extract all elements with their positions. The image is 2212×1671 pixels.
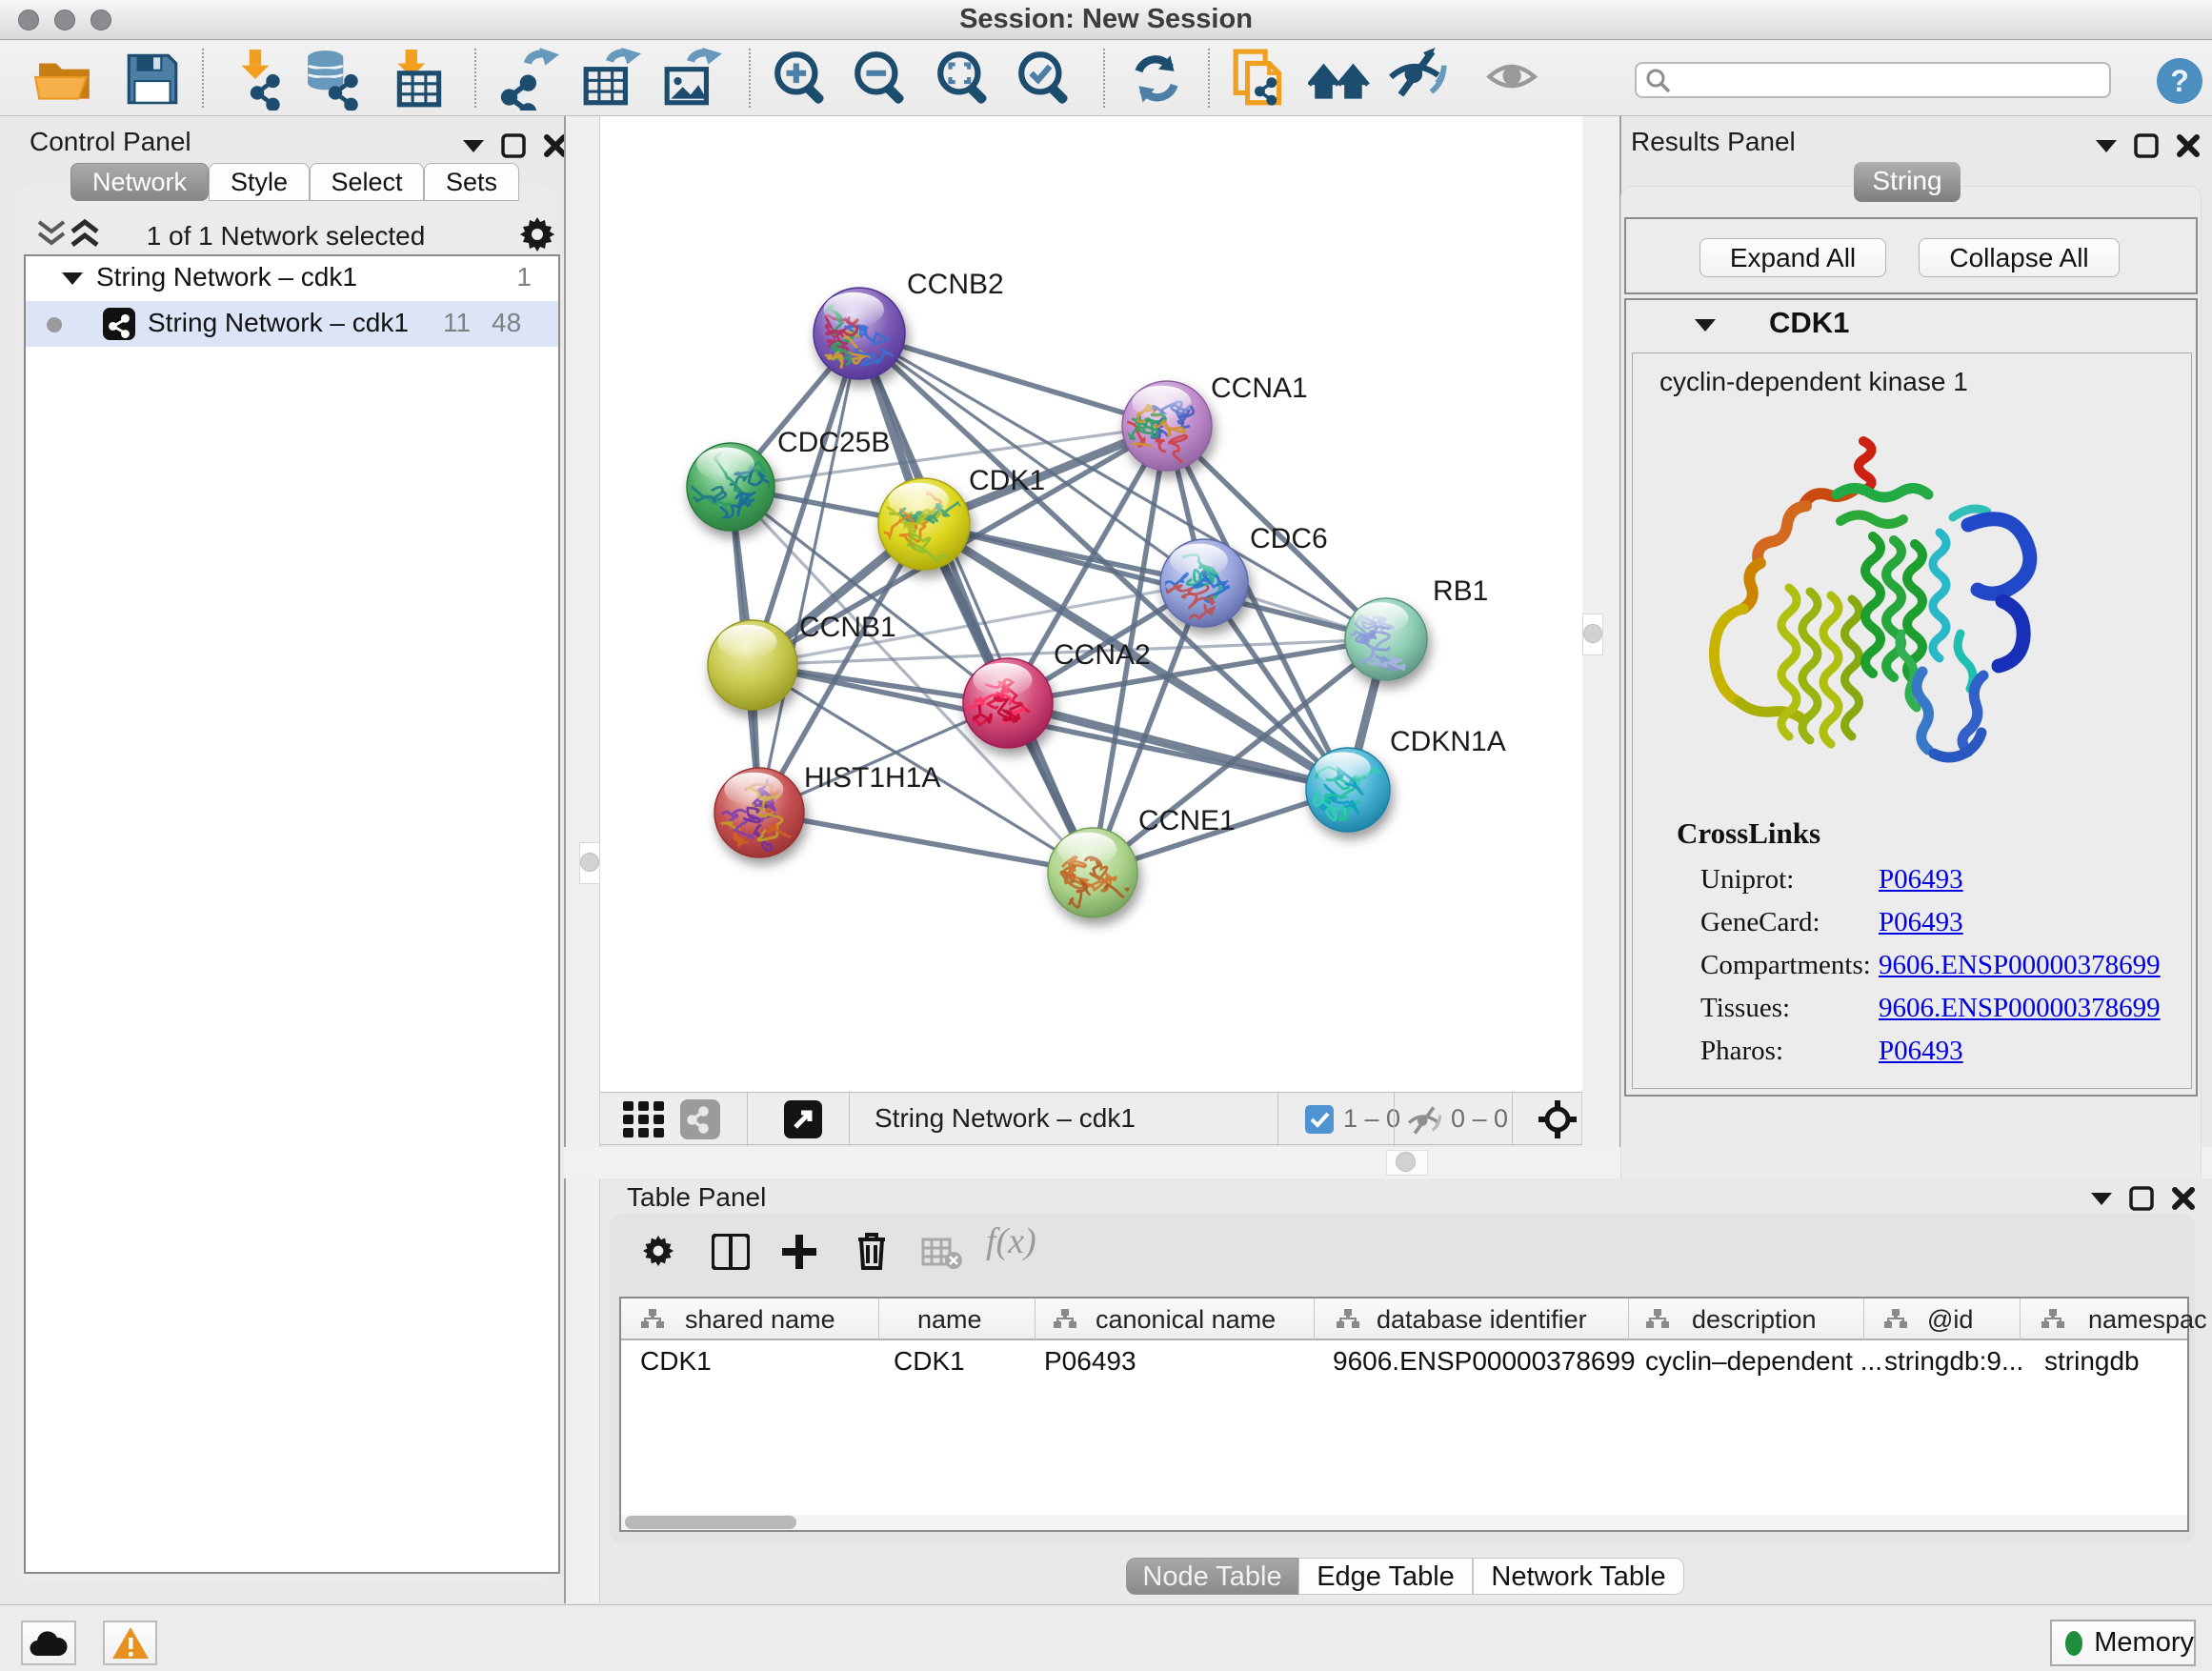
svg-text:CCNB2: CCNB2 <box>907 269 1004 300</box>
svg-text:CCNA2: CCNA2 <box>1054 639 1151 671</box>
svg-text:RB1: RB1 <box>1433 575 1488 607</box>
svg-text:CDKN1A: CDKN1A <box>1390 726 1506 757</box>
svg-text:CCNB1: CCNB1 <box>799 612 896 643</box>
svg-text:CDC6: CDC6 <box>1250 523 1328 554</box>
svg-text:CCNE1: CCNE1 <box>1138 805 1236 836</box>
svg-text:CDC25B: CDC25B <box>777 427 890 458</box>
svg-text:HIST1H1A: HIST1H1A <box>804 762 940 794</box>
svg-text:CDK1: CDK1 <box>969 465 1045 496</box>
svg-text:?: ? <box>2170 64 2189 98</box>
svg-text:CCNA1: CCNA1 <box>1211 372 1308 404</box>
